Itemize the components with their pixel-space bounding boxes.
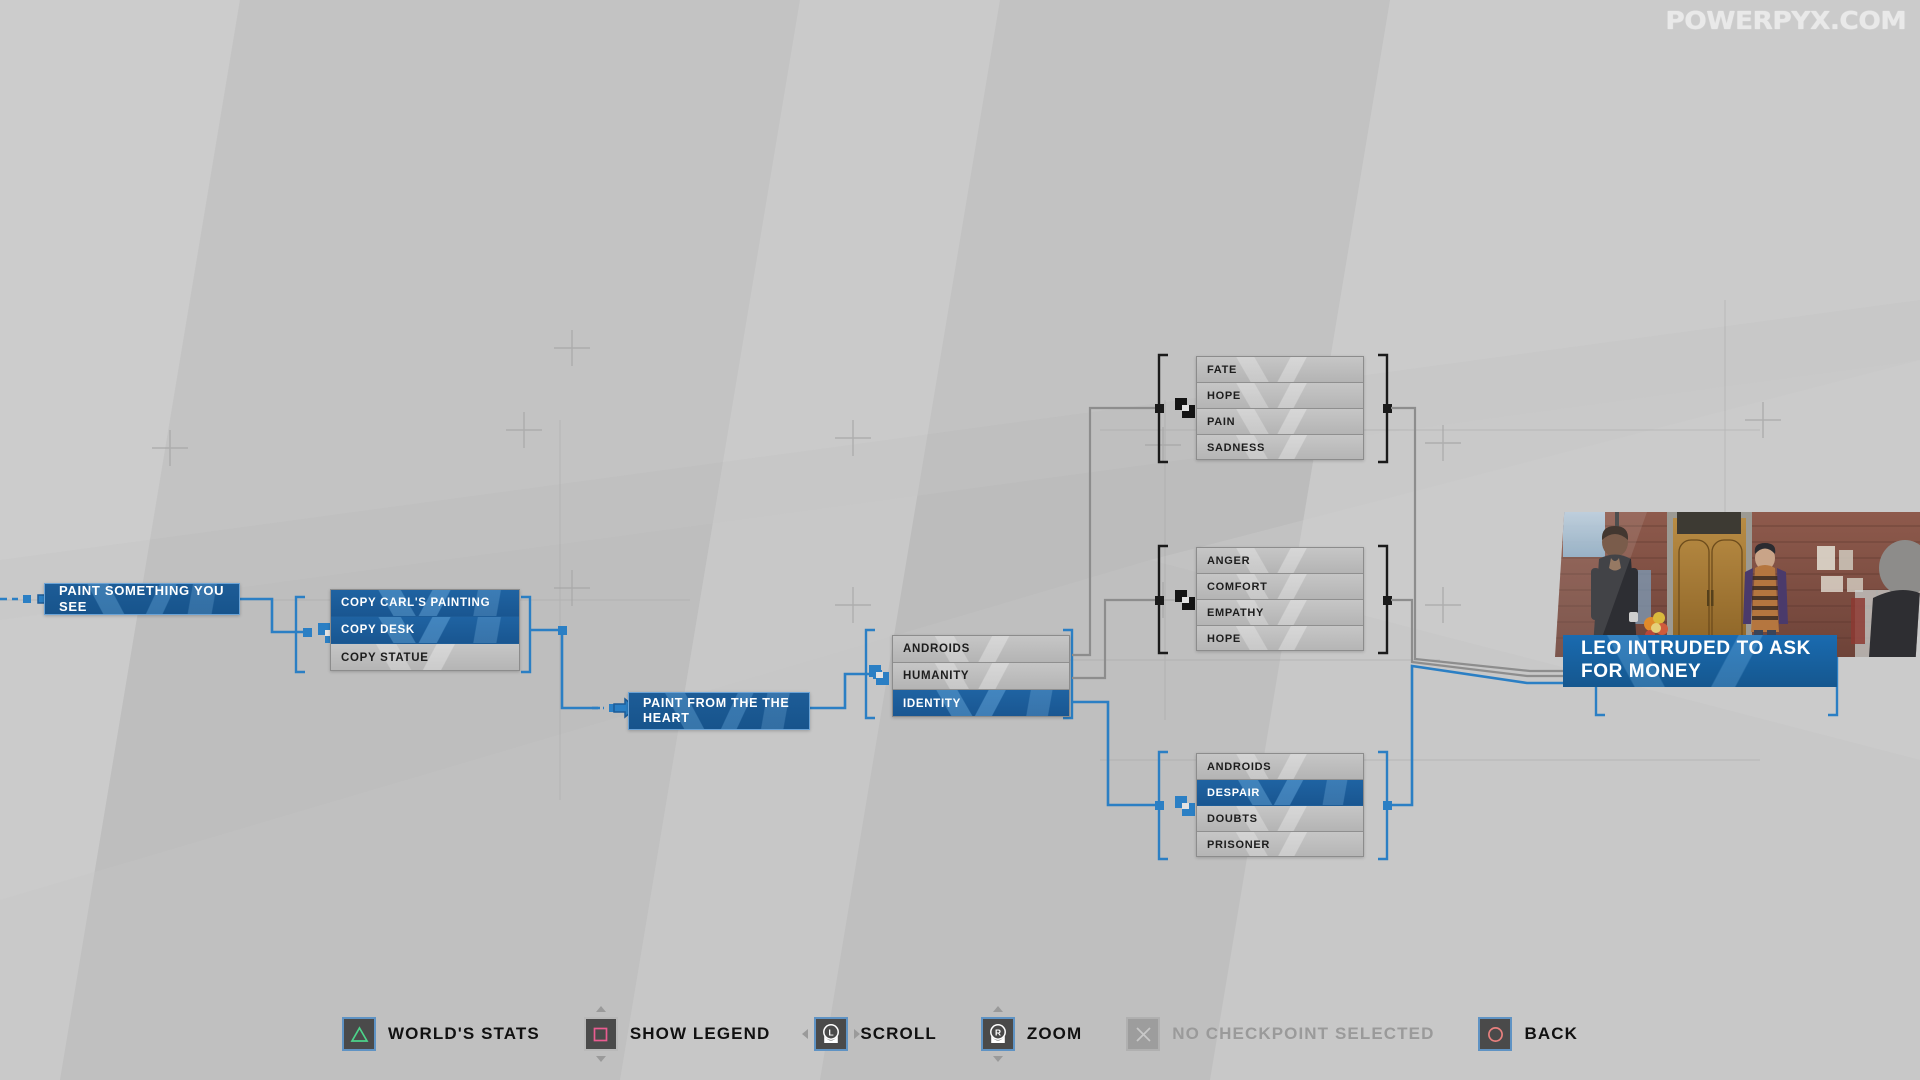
group-row[interactable]: HOPE bbox=[1197, 383, 1363, 409]
svg-text:L: L bbox=[829, 1027, 834, 1037]
hint-down-icon bbox=[595, 1056, 606, 1062]
group-copy-choices[interactable]: COPY CARL'S PAINTING COPY DESK COPY STAT… bbox=[330, 589, 520, 671]
group-row-label: FATE bbox=[1207, 363, 1238, 376]
command-show-legend[interactable]: SHOW LEGEND bbox=[583, 1006, 771, 1062]
command-no-checkpoint-selected: NO CHECKPOINT SELECTED bbox=[1126, 1017, 1434, 1051]
group-row-label: ANGER bbox=[1207, 554, 1251, 567]
group-row[interactable]: ANGER bbox=[1197, 548, 1363, 574]
command-label: BACK bbox=[1524, 1024, 1578, 1043]
bottom-command-bar: WORLD'S STATS SHOW LEGEND L SCROLL R ZOO… bbox=[0, 988, 1920, 1080]
command-label: SHOW LEGEND bbox=[629, 1024, 771, 1043]
l-shoulder-wrap: L bbox=[802, 1017, 861, 1051]
node-paint-something-you-see[interactable]: PAINT SOMETHING YOU SEE bbox=[44, 583, 240, 615]
node-paint-from-the-heart[interactable]: PAINT FROM THE THE HEART bbox=[628, 692, 810, 730]
group-row-label: IDENTITY bbox=[903, 697, 961, 710]
group-row-label: PAIN bbox=[1207, 415, 1236, 428]
group-row[interactable]: HOPE bbox=[1197, 626, 1363, 650]
group-row-label: HOPE bbox=[1207, 389, 1241, 402]
group-row-label: COPY DESK bbox=[341, 624, 415, 636]
group-row-label: DESPAIR bbox=[1207, 786, 1260, 799]
hint-up-icon bbox=[992, 1006, 1003, 1012]
flowchart-screen: PAINT SOMETHING YOU SEE COPY CARL'S PAIN… bbox=[0, 0, 1920, 1080]
group-row[interactable]: PRISONER bbox=[1197, 832, 1363, 856]
group-row[interactable]: ANDROIDS bbox=[1197, 754, 1363, 780]
checkpoint-title-text: LEO INTRUDED TO ASK FOR MONEY bbox=[1581, 638, 1811, 682]
duplicate-icon-theme-choices bbox=[868, 664, 890, 686]
hint-down-icon bbox=[992, 1056, 1003, 1062]
group-row-label: COPY CARL'S PAINTING bbox=[341, 597, 491, 609]
group-row[interactable]: COMFORT bbox=[1197, 574, 1363, 600]
r-shoulder-wrap: R bbox=[980, 1006, 1015, 1062]
command-label: WORLD'S STATS bbox=[388, 1024, 540, 1043]
square-button-wrap bbox=[583, 1006, 618, 1062]
group-row-label: COPY STATUE bbox=[341, 651, 429, 664]
group-row-label: COMFORT bbox=[1207, 580, 1268, 593]
l-shoulder-button-icon[interactable]: L bbox=[814, 1017, 849, 1051]
checkpoint-card-leo-intruded[interactable]: LEO INTRUDED TO ASK FOR MONEY bbox=[1555, 512, 1920, 722]
group-row-label: EMPATHY bbox=[1207, 606, 1265, 619]
group-row-label: PRISONER bbox=[1207, 839, 1271, 851]
group-row-selected[interactable]: COPY DESK bbox=[331, 617, 519, 644]
group-row[interactable]: COPY CARL'S PAINTING bbox=[331, 590, 519, 617]
command-scroll[interactable]: L SCROLL bbox=[802, 1017, 937, 1051]
triangle-button-icon[interactable] bbox=[342, 1017, 376, 1051]
command-label: SCROLL bbox=[860, 1024, 937, 1043]
command-worlds-stats[interactable]: WORLD'S STATS bbox=[342, 1017, 540, 1051]
duplicate-icon-emotion-bottom bbox=[1174, 795, 1196, 817]
command-label: NO CHECKPOINT SELECTED bbox=[1172, 1024, 1435, 1043]
group-emotion-top[interactable]: FATE HOPE PAIN SADNESS bbox=[1196, 356, 1364, 460]
group-row-label: DOUBTS bbox=[1207, 812, 1258, 825]
duplicate-icon-emotion-middle bbox=[1174, 589, 1196, 611]
group-theme-choices[interactable]: ANDROIDS HUMANITY IDENTITY bbox=[892, 635, 1070, 717]
group-row-label: HOPE bbox=[1207, 633, 1241, 645]
checkpoint-title: LEO INTRUDED TO ASK FOR MONEY bbox=[1563, 635, 1837, 687]
node-label: PAINT FROM THE THE HEART bbox=[643, 695, 790, 725]
command-zoom[interactable]: R ZOOM bbox=[980, 1006, 1083, 1062]
group-row[interactable]: EMPATHY bbox=[1197, 600, 1363, 626]
group-row-selected[interactable]: IDENTITY bbox=[893, 690, 1069, 716]
group-row[interactable]: FATE bbox=[1197, 357, 1363, 383]
group-row[interactable]: PAIN bbox=[1197, 409, 1363, 435]
group-row-label: ANDROIDS bbox=[903, 643, 970, 655]
svg-text:R: R bbox=[995, 1027, 1001, 1037]
command-back[interactable]: BACK bbox=[1478, 1017, 1578, 1051]
group-row-selected[interactable]: DESPAIR bbox=[1197, 780, 1363, 806]
group-row[interactable]: ANDROIDS bbox=[893, 636, 1069, 663]
hint-up-icon bbox=[595, 1006, 606, 1012]
group-row-label: ANDROIDS bbox=[1207, 760, 1272, 773]
hint-left-icon bbox=[802, 1029, 809, 1039]
group-row-label: HUMANITY bbox=[903, 670, 970, 682]
hint-right-icon bbox=[854, 1029, 861, 1039]
duplicate-icon-emotion-top bbox=[1174, 397, 1196, 419]
group-row[interactable]: SADNESS bbox=[1197, 435, 1363, 459]
r-shoulder-button-icon[interactable]: R bbox=[980, 1017, 1015, 1051]
group-emotion-middle[interactable]: ANGER COMFORT EMPATHY HOPE bbox=[1196, 547, 1364, 651]
group-row-label: SADNESS bbox=[1207, 442, 1266, 454]
group-row[interactable]: HUMANITY bbox=[893, 663, 1069, 690]
circle-button-icon[interactable] bbox=[1478, 1017, 1513, 1051]
command-label: ZOOM bbox=[1026, 1024, 1083, 1043]
group-row[interactable]: COPY STATUE bbox=[331, 644, 519, 670]
watermark: POWERPYX.COM bbox=[1665, 6, 1906, 35]
group-row[interactable]: DOUBTS bbox=[1197, 806, 1363, 832]
square-button-icon[interactable] bbox=[583, 1017, 618, 1051]
node-label: PAINT SOMETHING YOU SEE bbox=[59, 583, 225, 614]
group-emotion-bottom[interactable]: ANDROIDS DESPAIR DOUBTS PRISONER bbox=[1196, 753, 1364, 857]
cross-button-icon bbox=[1126, 1017, 1161, 1051]
